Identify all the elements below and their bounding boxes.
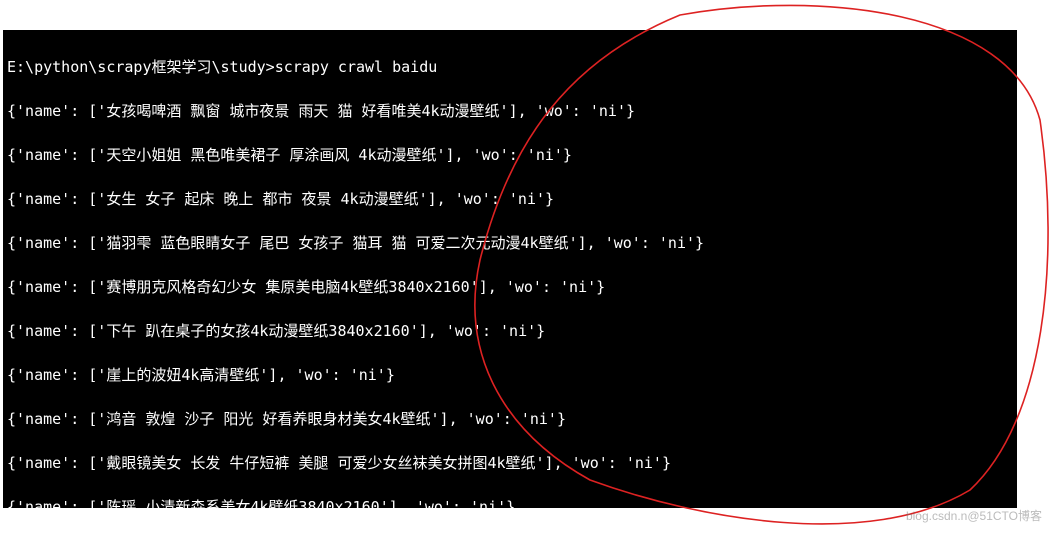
output-line: {'name': ['天空小姐姐 黑色唯美裙子 厚涂画风 4k动漫壁纸'], '… xyxy=(7,146,572,164)
output-line: {'name': ['崖上的波妞4k高清壁纸'], 'wo': 'ni'} xyxy=(7,366,395,384)
output-line: {'name': ['女孩喝啤酒 飘窗 城市夜景 雨天 猫 好看唯美4k动漫壁纸… xyxy=(7,102,635,120)
output-line: {'name': ['下午 趴在桌子的女孩4k动漫壁纸3840x2160'], … xyxy=(7,322,545,340)
terminal-window[interactable]: E:\python\scrapy框架学习\study>scrapy crawl … xyxy=(3,30,1017,508)
watermark-text: blog.csdn.n@51CTO博客 xyxy=(906,507,1042,524)
command-prompt-line: E:\python\scrapy框架学习\study>scrapy crawl … xyxy=(7,58,437,76)
output-line: {'name': ['鸿音 敦煌 沙子 阳光 好看养眼身材美女4k壁纸'], '… xyxy=(7,410,566,428)
output-line: {'name': ['戴眼镜美女 长发 牛仔短裤 美腿 可爱少女丝袜美女拼图4k… xyxy=(7,454,671,472)
output-line: {'name': ['陈瑶 小清新森系美女4k壁纸3840x2160'], 'w… xyxy=(7,498,515,508)
output-line: {'name': ['猫羽雫 蓝色眼睛女子 尾巴 女孩子 猫耳 猫 可爱二次元动… xyxy=(7,234,704,252)
output-line: {'name': ['赛博朋克风格奇幻少女 集原美电脑4k壁纸3840x2160… xyxy=(7,278,605,296)
output-line: {'name': ['女生 女子 起床 晚上 都市 夜景 4k动漫壁纸'], '… xyxy=(7,190,554,208)
